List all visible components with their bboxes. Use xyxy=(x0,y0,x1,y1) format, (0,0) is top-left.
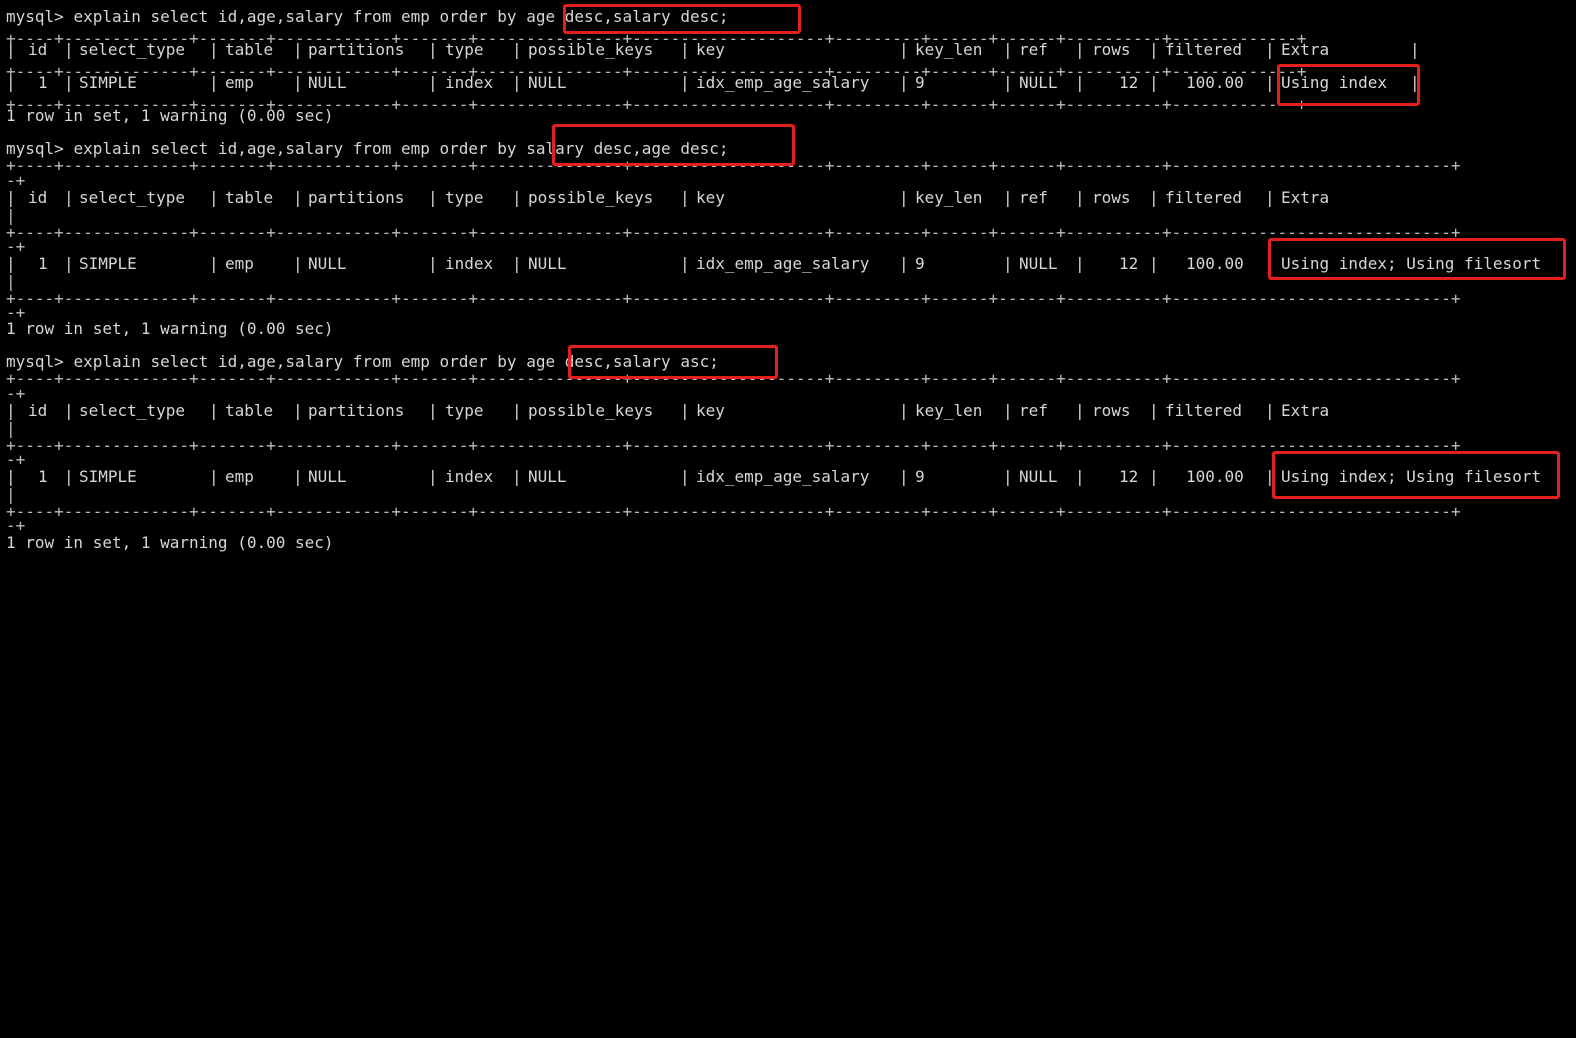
cell-select-type: SIMPLE xyxy=(79,467,137,486)
cell-id: 1 xyxy=(38,254,48,273)
table-border: +----+-------------+-------+------------… xyxy=(6,223,1461,242)
cell-ref: NULL xyxy=(1019,467,1058,486)
header-rows: rows xyxy=(1092,188,1131,207)
header-key: key xyxy=(696,188,725,207)
cell-rows: 12 xyxy=(1119,73,1139,92)
cell-key-len: 9 xyxy=(915,467,925,486)
query-text: explain select id,age,salary from emp or… xyxy=(73,7,527,26)
cell-possible-keys: NULL xyxy=(528,254,567,273)
header-select-type: select_type xyxy=(79,188,185,207)
cell-table: emp xyxy=(225,467,254,486)
header-type: type xyxy=(445,40,484,59)
cell-partitions: NULL xyxy=(308,467,347,486)
header-filtered: filtered xyxy=(1165,188,1243,207)
cell-table: emp xyxy=(225,73,254,92)
header-id: id xyxy=(28,401,48,420)
cell-ref: NULL xyxy=(1019,73,1058,92)
result-footer: 1 row in set, 1 warning (0.00 sec) xyxy=(6,533,334,552)
cell-filtered: 100.00 xyxy=(1186,467,1244,486)
cell-partitions: NULL xyxy=(308,73,347,92)
header-extra: Extra xyxy=(1281,188,1330,207)
cell-key: idx_emp_age_salary xyxy=(696,73,870,92)
table-header-row: | id | select_type | table | partitions … xyxy=(6,40,1420,59)
header-rows: rows xyxy=(1092,40,1131,59)
header-possible-keys: possible_keys xyxy=(528,188,654,207)
header-ref: ref xyxy=(1019,188,1048,207)
table-border: +----+-------------+-------+------------… xyxy=(6,156,1461,175)
header-select-type: select_type xyxy=(79,401,185,420)
cell-partitions: NULL xyxy=(308,254,347,273)
table-border: +----+-------------+-------+------------… xyxy=(6,369,1461,388)
cell-key: idx_emp_age_salary xyxy=(696,254,870,273)
header-table: table xyxy=(225,188,274,207)
cell-key: idx_emp_age_salary xyxy=(696,467,870,486)
header-table: table xyxy=(225,401,274,420)
header-extra: Extra xyxy=(1281,40,1330,59)
header-possible-keys: possible_keys xyxy=(528,40,654,59)
cell-select-type: SIMPLE xyxy=(79,73,137,92)
cell-possible-keys: NULL xyxy=(528,73,567,92)
cell-type: index xyxy=(445,254,494,273)
cell-id: 1 xyxy=(38,73,48,92)
cell-key-len: 9 xyxy=(915,254,925,273)
header-partitions: partitions xyxy=(308,188,405,207)
header-id: id xyxy=(28,188,48,207)
header-table: table xyxy=(225,40,274,59)
table-border: +----+-------------+-------+------------… xyxy=(6,62,1307,81)
cell-type: index xyxy=(445,73,494,92)
terminal-window[interactable]: mysql> explain select id,age,salary from… xyxy=(0,0,1576,569)
table-border: +----+-------------+-------+------------… xyxy=(6,502,1461,521)
header-id: id xyxy=(28,40,48,59)
query-order-clause: age desc,salary desc; xyxy=(526,7,729,26)
header-partitions: partitions xyxy=(308,401,405,420)
cell-id: 1 xyxy=(38,467,48,486)
table-row: | 1 | SIMPLE | emp | NULL | index | NULL… xyxy=(6,73,1420,92)
cell-table: emp xyxy=(225,254,254,273)
cell-extra: Using index; Using filesort xyxy=(1281,467,1542,486)
table-border: +----+-------------+-------+------------… xyxy=(6,289,1461,308)
header-type: type xyxy=(445,401,484,420)
header-possible-keys: possible_keys xyxy=(528,401,654,420)
cell-type: index xyxy=(445,467,494,486)
cell-rows: 12 xyxy=(1119,467,1139,486)
header-key-len: key_len xyxy=(915,188,983,207)
cell-possible-keys: NULL xyxy=(528,467,567,486)
table-border: +----+-------------+-------+------------… xyxy=(6,436,1461,455)
header-filtered: filtered xyxy=(1165,401,1243,420)
cell-extra: Using index xyxy=(1281,73,1387,92)
header-ref: ref xyxy=(1019,40,1048,59)
header-key: key xyxy=(696,40,725,59)
result-footer: 1 row in set, 1 warning (0.00 sec) xyxy=(6,319,334,338)
cell-filtered: 100.00 xyxy=(1186,73,1244,92)
cell-select-type: SIMPLE xyxy=(79,254,137,273)
header-key-len: key_len xyxy=(915,40,983,59)
header-type: type xyxy=(445,188,484,207)
header-key: key xyxy=(696,401,725,420)
prompt: mysql> xyxy=(6,7,74,26)
cell-extra: Using index; Using filesort xyxy=(1281,254,1542,273)
cell-rows: 12 xyxy=(1119,254,1139,273)
header-rows: rows xyxy=(1092,401,1131,420)
cell-ref: NULL xyxy=(1019,254,1058,273)
header-extra: Extra xyxy=(1281,401,1330,420)
header-ref: ref xyxy=(1019,401,1048,420)
header-key-len: key_len xyxy=(915,401,983,420)
header-filtered: filtered xyxy=(1165,40,1243,59)
header-select-type: select_type xyxy=(79,40,185,59)
command-line: mysql> explain select id,age,salary from… xyxy=(6,6,728,28)
cell-filtered: 100.00 xyxy=(1186,254,1244,273)
header-partitions: partitions xyxy=(308,40,405,59)
cell-key-len: 9 xyxy=(915,73,925,92)
result-footer: 1 row in set, 1 warning (0.00 sec) xyxy=(6,106,334,125)
